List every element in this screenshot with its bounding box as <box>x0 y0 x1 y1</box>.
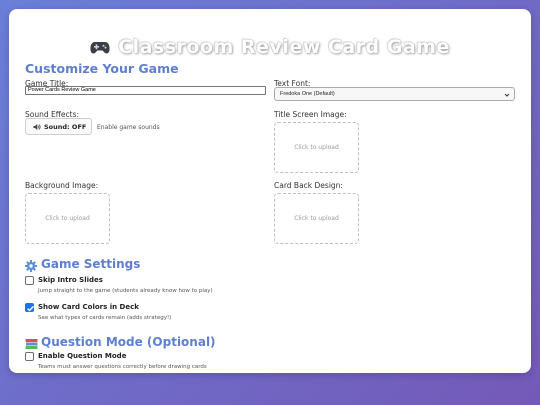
settings-panel: Classroom Review Card Game Customize You… <box>9 9 531 373</box>
page-title: Classroom Review Card Game <box>118 36 450 58</box>
show-card-colors-checkbox[interactable] <box>25 303 34 312</box>
enable-question-mode-desc: Teams must answer questions correctly be… <box>38 364 207 370</box>
game-title-input[interactable]: Power Cards Review Game <box>25 86 266 95</box>
title-image-upload[interactable]: Click to upload <box>274 122 359 173</box>
title-image-label: Title Screen Image: <box>274 110 347 119</box>
gear-icon <box>25 257 37 272</box>
sound-hint: Enable game sounds <box>97 124 160 131</box>
text-font-value: Fredoka One (Default) <box>280 91 335 97</box>
skip-intro-checkbox[interactable] <box>25 276 34 285</box>
card-back-upload[interactable]: Click to upload <box>274 193 359 244</box>
skip-intro-label: Skip Intro Slides <box>38 276 103 284</box>
speaker-icon <box>33 123 41 131</box>
enable-question-mode-label: Enable Question Mode <box>38 352 127 360</box>
card-back-label: Card Back Design: <box>274 181 343 190</box>
show-card-colors-desc: See what types of cards remain (adds str… <box>38 315 172 321</box>
background-image-label: Background Image: <box>25 181 99 190</box>
background-image-upload[interactable]: Click to upload <box>25 193 110 244</box>
sound-button-label: Sound: OFF <box>44 122 87 131</box>
chevron-down-icon <box>504 91 510 97</box>
gamepad-icon <box>90 40 110 54</box>
text-font-select[interactable]: Fredoka One (Default) <box>274 87 515 101</box>
books-icon <box>25 335 38 349</box>
enable-question-mode-checkbox[interactable] <box>25 352 34 361</box>
show-card-colors-label: Show Card Colors in Deck <box>38 303 139 311</box>
customize-heading: Customize Your Game <box>25 61 179 76</box>
skip-intro-desc: Jump straight to the game (students alre… <box>38 288 213 294</box>
upload-text: Click to upload <box>294 215 339 222</box>
page-header: Classroom Review Card Game <box>9 32 531 62</box>
question-mode-heading: Question Mode (Optional) <box>41 335 216 349</box>
game-settings-heading: Game Settings <box>41 257 141 271</box>
sound-toggle-button[interactable]: Sound: OFF <box>25 118 92 135</box>
upload-text: Click to upload <box>45 215 90 222</box>
upload-text: Click to upload <box>294 144 339 151</box>
